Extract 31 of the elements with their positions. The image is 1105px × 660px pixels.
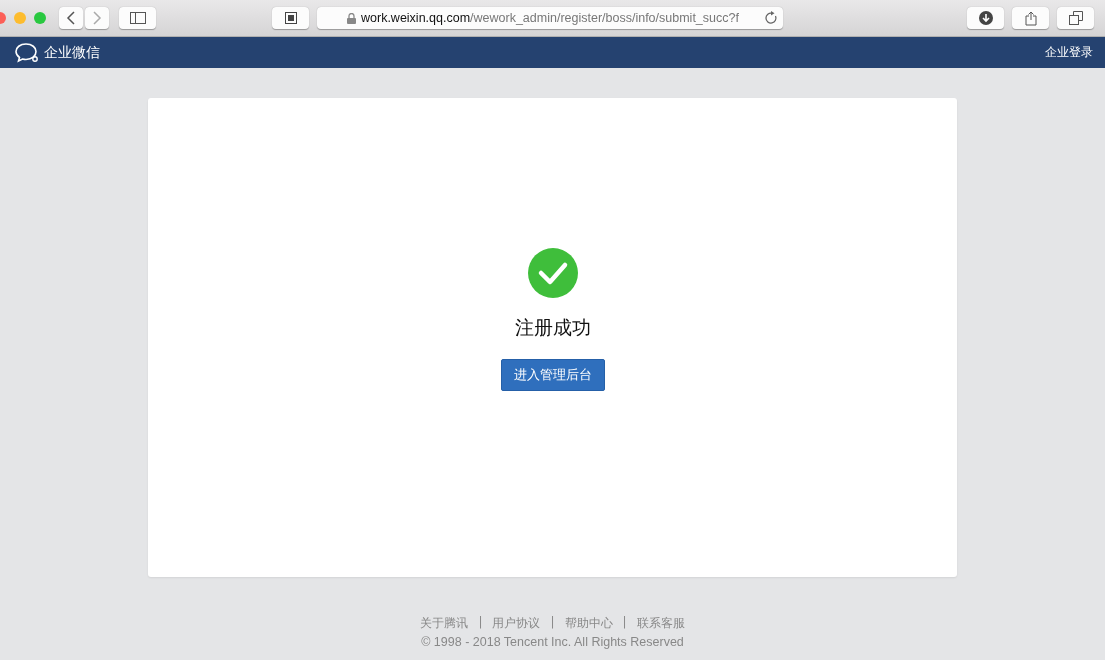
sidebar-icon (129, 12, 146, 24)
success-check-icon (527, 248, 578, 298)
address-bar[interactable]: work.weixin.qq.com/wework_admin/register/boss/info/submit_succ?f (317, 7, 783, 29)
login-link[interactable]: 企业登录 (1045, 44, 1093, 61)
chat-bubble-logo-icon (15, 41, 41, 64)
share-icon (1024, 10, 1037, 26)
success-title: 注册成功 (514, 315, 591, 340)
footer-link[interactable]: 关于腾讯 (420, 615, 469, 632)
forward-icon (92, 11, 102, 25)
lock-icon (347, 12, 356, 24)
tabs-button[interactable] (1057, 7, 1094, 29)
admin-console-button[interactable]: 进入管理后台 (500, 359, 605, 391)
back-icon (66, 11, 76, 25)
brand-name: 企业微信 (44, 43, 100, 62)
url-host: work.weixin.qq.com (361, 11, 471, 25)
link-separator: | (478, 615, 483, 631)
footer-link[interactable]: 帮助中心 (564, 615, 613, 632)
tabs-icon (1068, 11, 1083, 25)
reader-icon (284, 12, 297, 24)
reload-icon[interactable] (765, 11, 778, 25)
downloads-button[interactable] (967, 7, 1004, 29)
footer-link[interactable]: 联系客服 (636, 615, 685, 632)
copyright-text: © 1998 - 2018 Tencent Inc. All Rights Reserved (421, 635, 684, 649)
download-icon (978, 11, 993, 25)
reader-button[interactable] (272, 7, 309, 29)
back-button[interactable] (59, 7, 83, 29)
footer-link[interactable]: 用户协议 (492, 615, 541, 632)
link-separator: | (550, 615, 555, 631)
sidebar-button[interactable] (119, 7, 156, 29)
url-path: /wework_admin/register/boss/info/submit_succ?f (470, 11, 739, 25)
link-separator: | (622, 615, 627, 631)
